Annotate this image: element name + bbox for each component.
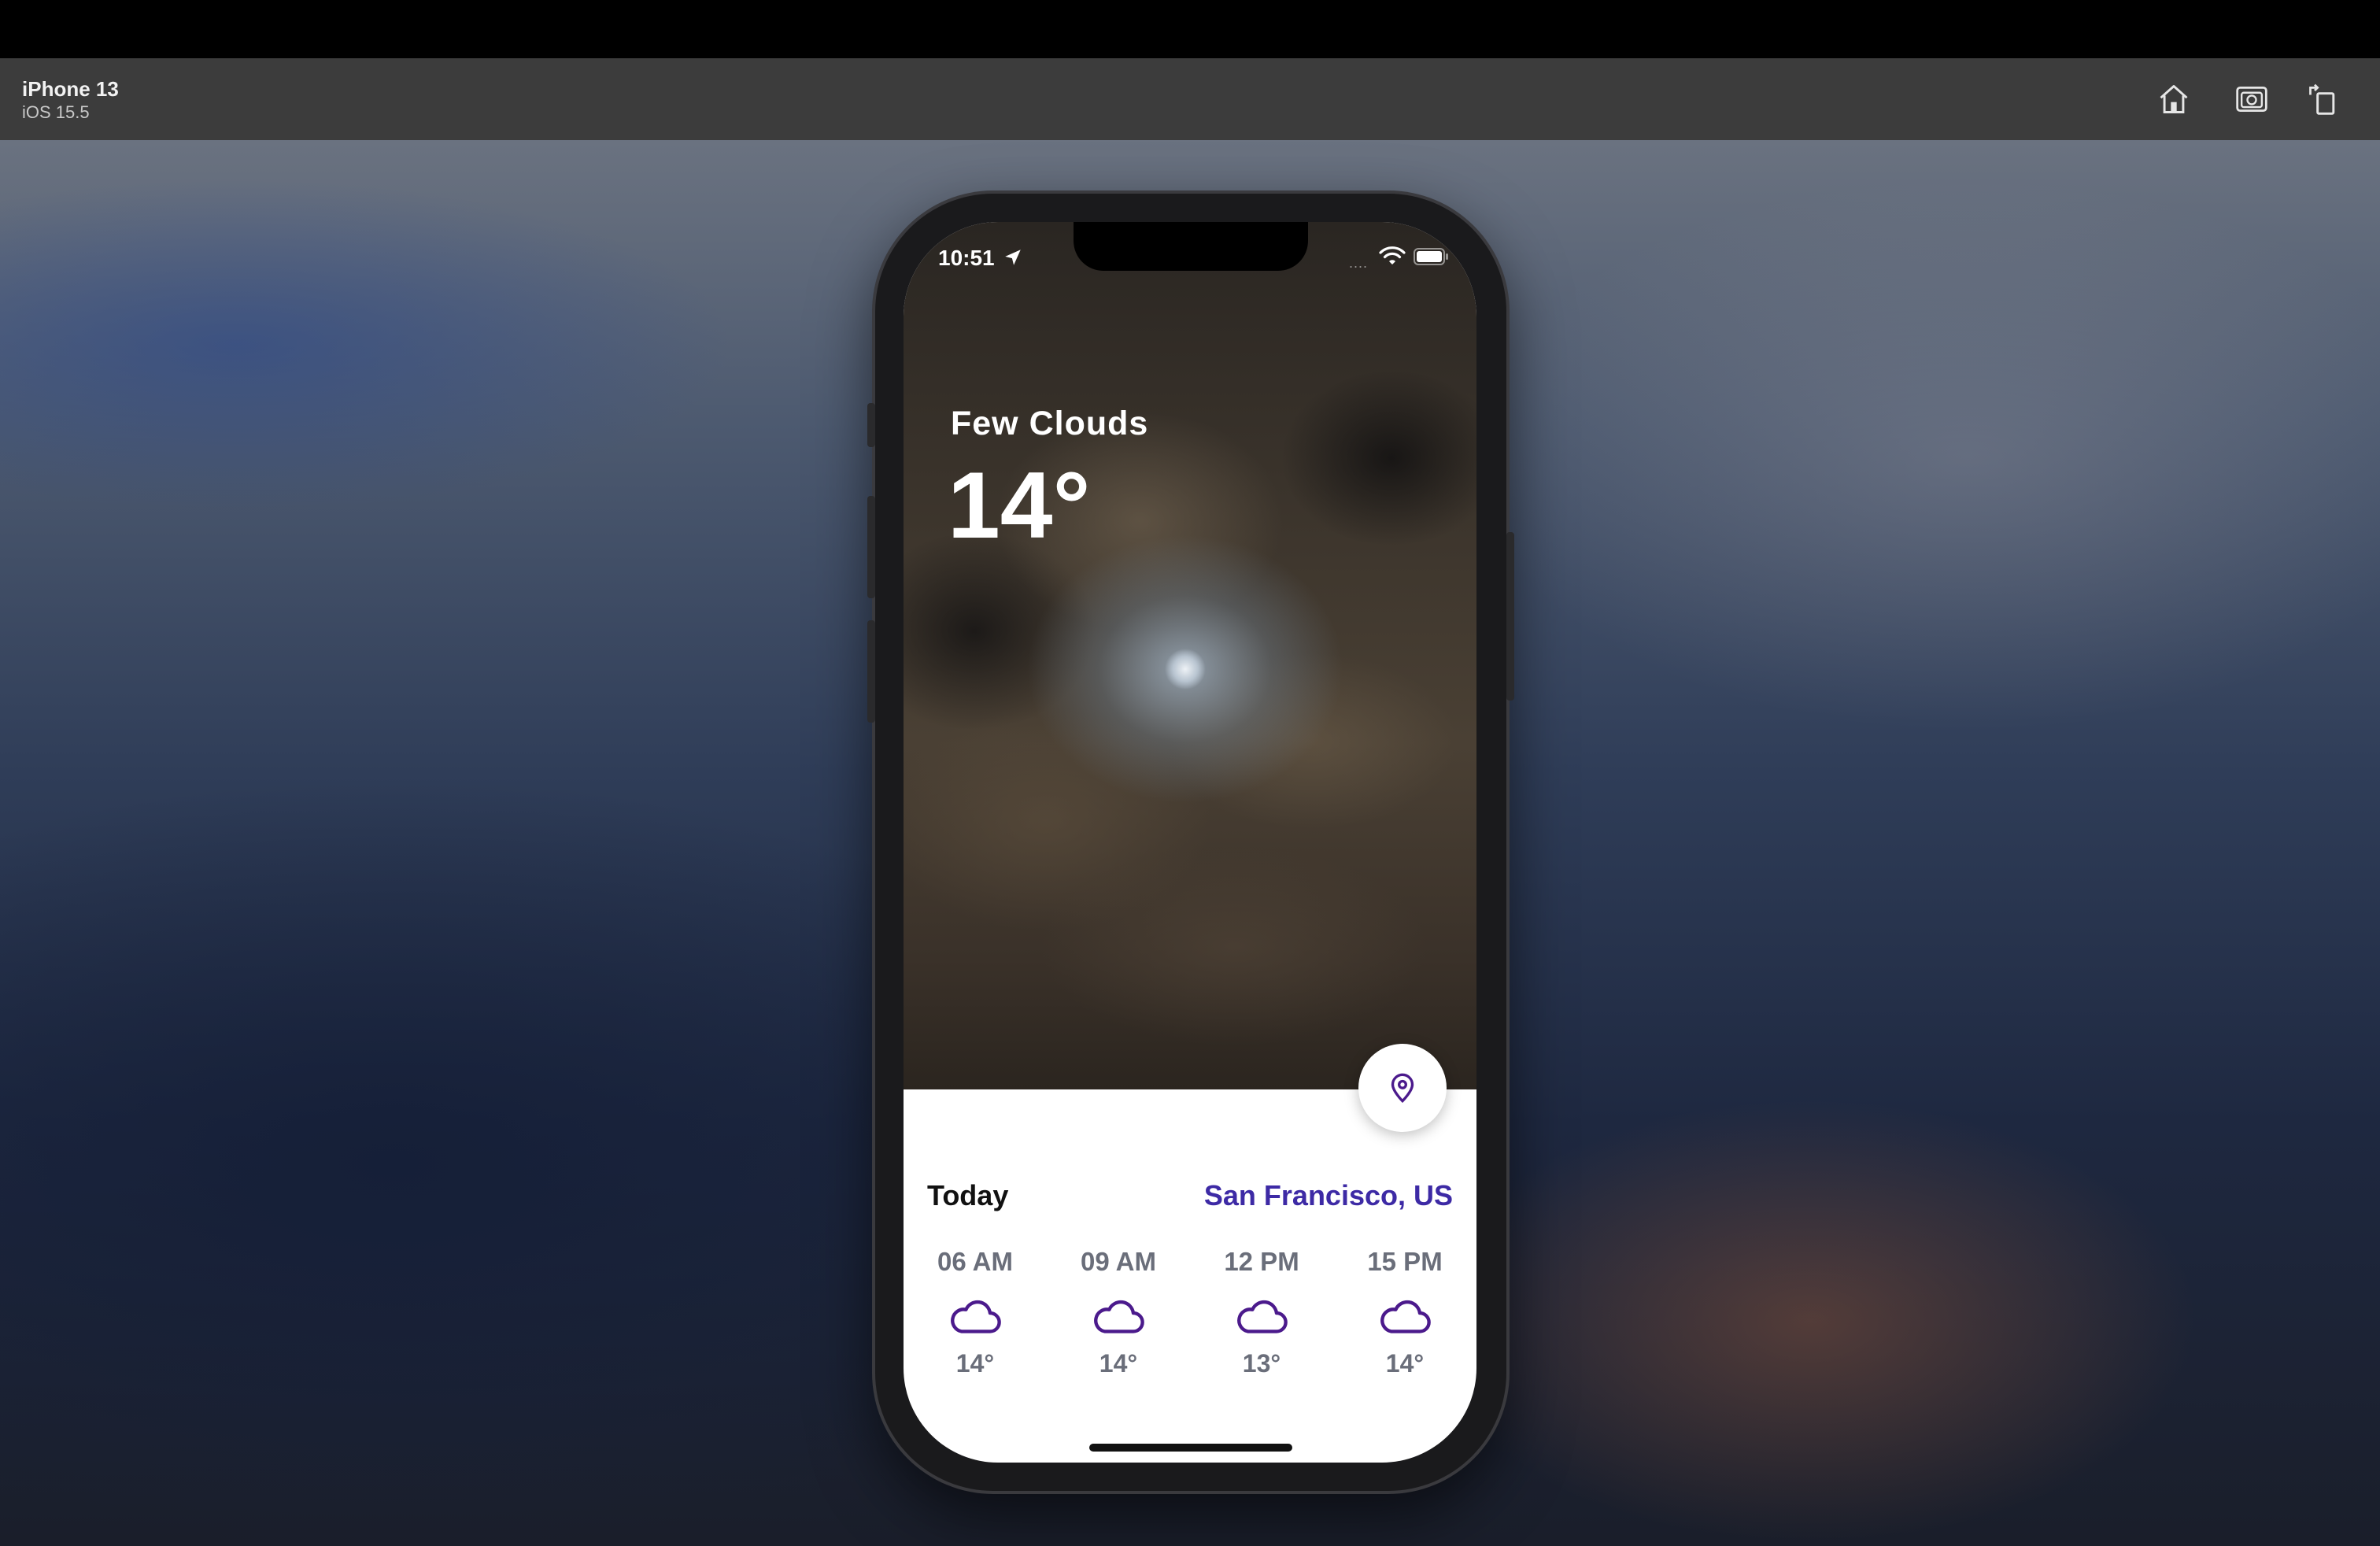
screenshot-icon — [2236, 86, 2267, 113]
notch — [1074, 222, 1308, 271]
forecast-temperature: 14° — [955, 1349, 995, 1378]
forecast-time: 12 PM — [1224, 1247, 1299, 1276]
power-button — [1506, 532, 1514, 701]
simulator-toolbar: iPhone 13 iOS 15.5 — [0, 58, 2380, 140]
forecast-temperature: 13° — [1242, 1349, 1281, 1378]
top-black-bar — [0, 0, 2380, 58]
location-arrow-icon — [1005, 250, 1021, 265]
location-name: San Francisco, US — [1203, 1179, 1453, 1211]
weather-condition: Few Clouds — [951, 405, 1149, 442]
location-button[interactable] — [1358, 1044, 1447, 1132]
rotate-button[interactable] — [2301, 77, 2345, 121]
screenshot-button[interactable] — [2230, 77, 2274, 121]
home-indicator[interactable] — [1089, 1444, 1292, 1452]
night-sky-background — [904, 222, 1476, 1089]
forecast-item: 12 PM 13° — [1190, 1247, 1333, 1378]
battery-icon — [1414, 248, 1448, 265]
forecast-item: 15 PM 14° — [1333, 1247, 1476, 1378]
forecast-item: 06 AM 14° — [904, 1247, 1047, 1378]
forecast-temperature: 14° — [1099, 1349, 1138, 1378]
rotate-icon — [2309, 83, 2335, 115]
cloud-icon — [1094, 1300, 1144, 1333]
cellular-signal: .... — [1349, 255, 1369, 271]
forecast-time: 06 AM — [937, 1247, 1013, 1276]
wifi-icon — [1379, 246, 1406, 264]
home-button[interactable] — [2152, 77, 2196, 121]
forecast-title: Today — [927, 1179, 1009, 1211]
volume-down-button — [867, 620, 875, 723]
os-version: iOS 15.5 — [22, 102, 90, 122]
cloud-icon — [951, 1300, 1001, 1333]
volume-up-button — [867, 496, 875, 598]
forecast-time: 15 PM — [1367, 1247, 1443, 1276]
cloud-icon — [1380, 1300, 1431, 1333]
phone-screen: 10:51 .... Few Clouds 14° Today San Fran… — [904, 222, 1476, 1463]
device-name: iPhone 13 — [22, 77, 119, 101]
mute-switch — [867, 403, 875, 447]
map-pin-icon — [1391, 1073, 1414, 1104]
forecast-item: 09 AM 14° — [1047, 1247, 1190, 1378]
home-icon — [2160, 85, 2188, 113]
status-time: 10:51 — [938, 246, 995, 270]
hourly-forecast: 06 AM 14° 09 AM 14° 12 PM 13° 15 PM 14° — [904, 1247, 1476, 1378]
forecast-temperature: 14° — [1385, 1349, 1425, 1378]
cloud-icon — [1237, 1300, 1288, 1333]
forecast-time: 09 AM — [1081, 1247, 1156, 1276]
current-temperature: 14° — [948, 453, 1091, 558]
